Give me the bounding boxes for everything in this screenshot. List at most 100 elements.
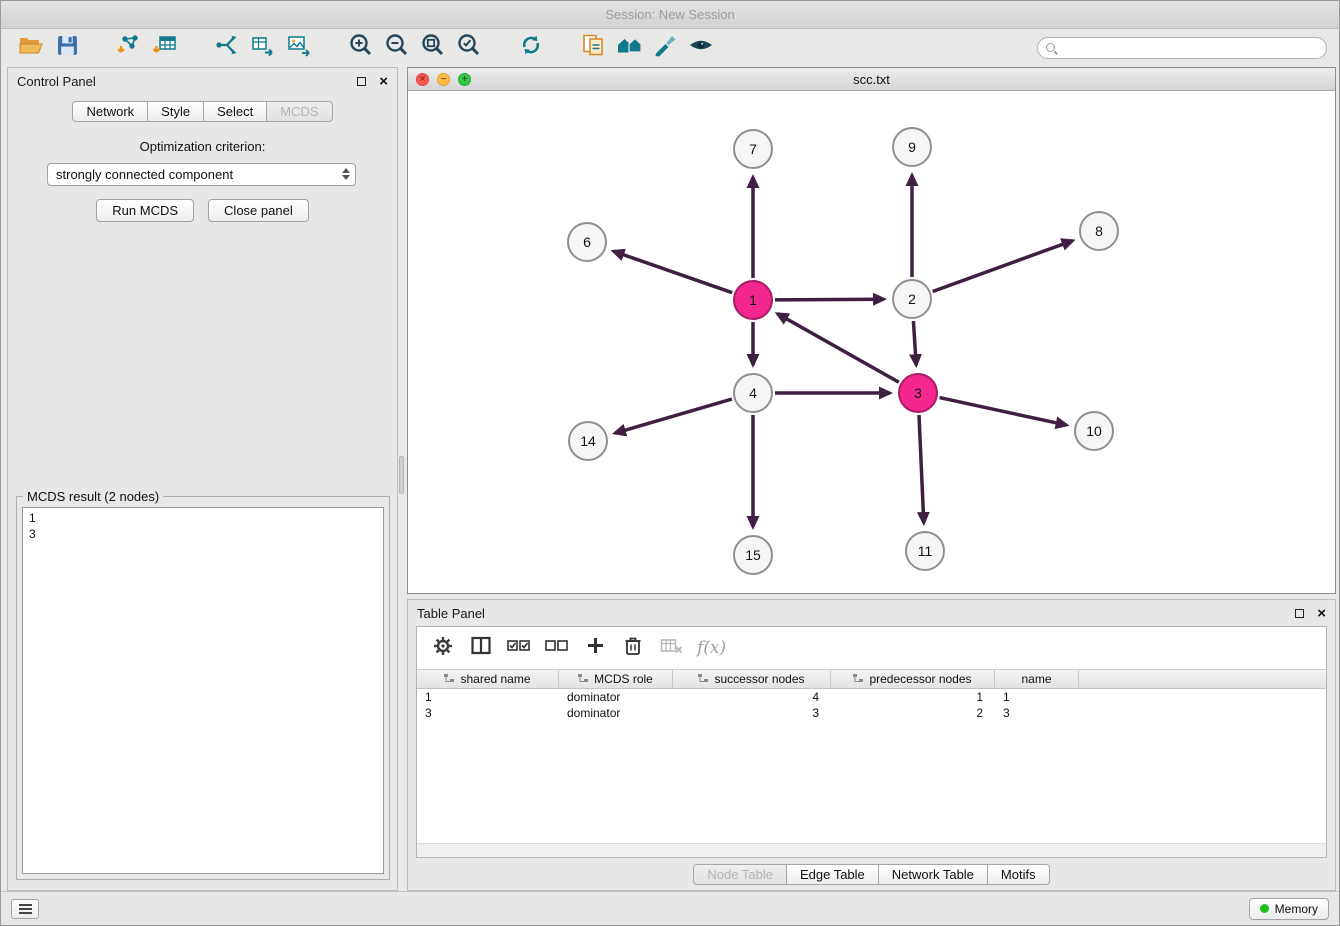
cell-name[interactable]: 1 [995, 689, 1079, 705]
refresh-button[interactable] [513, 33, 549, 63]
import-table-icon [153, 34, 177, 62]
home-layout-button[interactable] [611, 33, 647, 63]
mcds-result-line: 3 [29, 527, 377, 543]
cell-shared-name[interactable]: 1 [417, 689, 559, 705]
minimize-window-icon[interactable]: − [437, 73, 450, 86]
close-table-panel-icon[interactable]: × [1317, 606, 1326, 621]
delete-table-button [655, 633, 687, 663]
tab-mcds[interactable]: MCDS [266, 101, 332, 122]
zoom-out-icon [385, 33, 409, 62]
graph-edge-2-8[interactable] [933, 241, 1073, 292]
cell-predecessor-nodes[interactable]: 1 [831, 689, 995, 705]
column-header-mcds-role[interactable]: MCDS role [559, 670, 673, 688]
tab-edge-table[interactable]: Edge Table [786, 864, 879, 885]
tab-select[interactable]: Select [203, 101, 267, 122]
column-header-shared-name[interactable]: shared name [417, 670, 559, 688]
graph-edge-2-3[interactable] [913, 321, 916, 365]
import-table-button[interactable] [147, 33, 183, 63]
save-session-button[interactable] [49, 33, 85, 63]
search-box[interactable] [1037, 37, 1327, 59]
table-settings-button[interactable] [427, 633, 459, 663]
delete-column-button[interactable] [617, 633, 649, 663]
run-mcds-button[interactable]: Run MCDS [96, 199, 194, 222]
cell-shared-name[interactable]: 3 [417, 705, 559, 721]
graph-node-4[interactable]: 4 [733, 373, 773, 413]
tab-network-table[interactable]: Network Table [878, 864, 988, 885]
open-session-button[interactable] [13, 33, 49, 63]
graph-node-6[interactable]: 6 [567, 222, 607, 262]
graph-node-8[interactable]: 8 [1079, 211, 1119, 251]
columns-icon [471, 636, 491, 660]
deselect-all-button[interactable] [541, 633, 573, 663]
task-history-button[interactable] [11, 899, 39, 919]
graph-edge-3-10[interactable] [940, 398, 1067, 426]
network-canvas[interactable]: 7 9 6 8 1 2 4 3 14 10 15 11 [408, 91, 1335, 593]
table-toolbar: f(x) [417, 627, 1326, 669]
maximize-window-icon[interactable]: + [458, 73, 471, 86]
delete-table-icon [660, 636, 683, 660]
cell-predecessor-nodes[interactable]: 2 [831, 705, 995, 721]
column-header-successor-nodes[interactable]: successor nodes [673, 670, 831, 688]
select-all-button[interactable] [503, 633, 535, 663]
cell-mcds-role[interactable]: dominator [559, 689, 673, 705]
graph-edge-3-11[interactable] [919, 415, 924, 523]
graph-node-7[interactable]: 7 [733, 129, 773, 169]
cell-mcds-role[interactable]: dominator [559, 705, 673, 721]
panel-splitter-handle[interactable] [399, 456, 404, 494]
graph-edge-1-2[interactable] [775, 299, 884, 300]
graph-node-9[interactable]: 9 [892, 127, 932, 167]
search-input[interactable] [1061, 41, 1318, 55]
toggle-visibility-button[interactable] [683, 33, 719, 63]
float-panel-icon[interactable] [357, 77, 366, 86]
memory-button[interactable]: Memory [1249, 898, 1329, 920]
graph-node-10[interactable]: 10 [1074, 411, 1114, 451]
tab-network[interactable]: Network [72, 101, 148, 122]
tab-node-table[interactable]: Node Table [693, 864, 787, 885]
graph-node-1[interactable]: 1 [733, 280, 773, 320]
style-brush-button[interactable] [647, 33, 683, 63]
copy-style-button[interactable] [575, 33, 611, 63]
graph-node-14[interactable]: 14 [568, 421, 608, 461]
mcds-result-list[interactable]: 1 3 [22, 507, 384, 874]
tab-motifs[interactable]: Motifs [987, 864, 1050, 885]
copy-document-icon [581, 33, 605, 62]
hamburger-icon [19, 904, 32, 906]
tab-style[interactable]: Style [147, 101, 204, 122]
graph-edge-4-14[interactable] [615, 399, 732, 433]
column-header-predecessor-nodes[interactable]: predecessor nodes [831, 670, 995, 688]
graph-node-11[interactable]: 11 [905, 531, 945, 571]
network-table-button[interactable] [245, 33, 281, 63]
sort-tree-icon [698, 674, 709, 684]
import-network-button[interactable] [111, 33, 147, 63]
graph-edge-1-6[interactable] [613, 251, 732, 293]
cell-name[interactable]: 3 [995, 705, 1079, 721]
close-panel-button[interactable]: Close panel [208, 199, 309, 222]
column-header-name[interactable]: name [995, 670, 1079, 688]
zoom-fit-button[interactable] [415, 33, 451, 63]
criterion-dropdown[interactable]: strongly connected component [47, 163, 356, 186]
zoom-out-button[interactable] [379, 33, 415, 63]
cell-successor-nodes[interactable]: 4 [673, 689, 831, 705]
network-view-window: × − + scc.txt 7 9 6 8 1 2 4 3 14 10 15 11 [407, 67, 1336, 594]
graph-node-3[interactable]: 3 [898, 373, 938, 413]
export-image-button[interactable] [281, 33, 317, 63]
graph-node-15[interactable]: 15 [733, 535, 773, 575]
zoom-selected-button[interactable] [451, 33, 487, 63]
table-row[interactable]: 1 dominator 4 1 1 [417, 689, 1326, 705]
graph-edge-3-1[interactable] [777, 314, 898, 383]
close-panel-icon[interactable]: × [379, 74, 388, 89]
control-panel: Control Panel × Network Style Select MCD… [7, 67, 398, 891]
cell-successor-nodes[interactable]: 3 [673, 705, 831, 721]
show-columns-button[interactable] [465, 633, 497, 663]
add-column-button[interactable] [579, 633, 611, 663]
zoom-in-button[interactable] [343, 33, 379, 63]
control-panel-tabs: Network Style Select MCDS [8, 101, 397, 122]
horizontal-scrollbar[interactable] [417, 843, 1326, 857]
network-share-button[interactable] [209, 33, 245, 63]
graph-node-2[interactable]: 2 [892, 279, 932, 319]
float-table-panel-icon[interactable] [1295, 609, 1304, 618]
table-row[interactable]: 3 dominator 3 2 3 [417, 705, 1326, 721]
window-titlebar: Session: New Session [1, 1, 1339, 29]
close-window-icon[interactable]: × [416, 73, 429, 86]
network-window-titlebar[interactable]: × − + scc.txt [408, 68, 1335, 91]
